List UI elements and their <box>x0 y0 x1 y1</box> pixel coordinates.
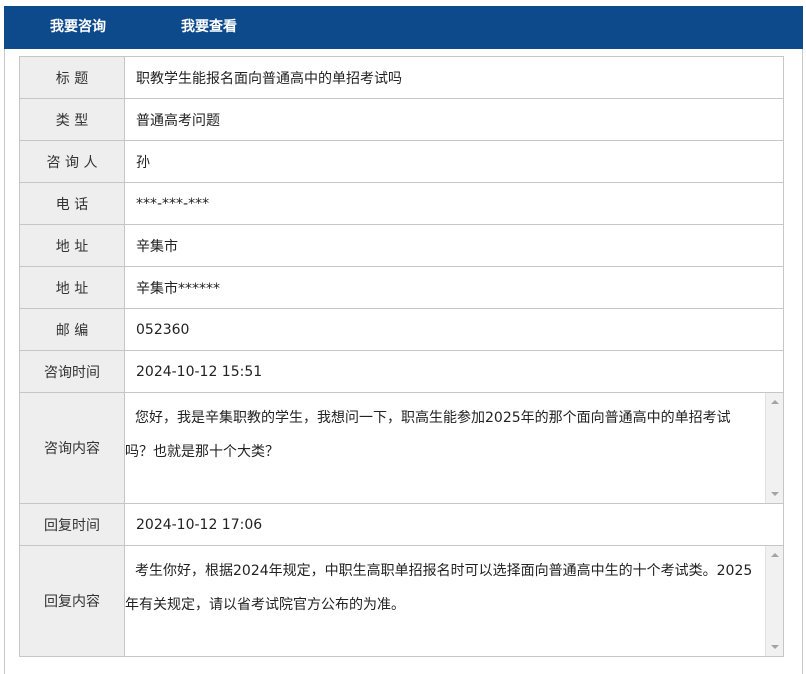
scroll-down-arrow-icon[interactable] <box>771 645 779 649</box>
consult-content-textarea[interactable]: 您好，我是辛集职教的学生，我想问一下，职高生能参加2025年的那个面向普通高中的… <box>125 393 783 503</box>
scroll-down-arrow-icon[interactable] <box>771 492 779 496</box>
scrollbar[interactable] <box>765 393 783 503</box>
postcode-label: 邮 编 <box>19 308 125 351</box>
table-row: 咨询时间 2024-10-12 15:51 <box>19 350 784 393</box>
title-value: 职教学生能报名面向普通高中的单招考试吗 <box>124 56 784 99</box>
address-label: 地 址 <box>19 224 125 267</box>
consult-time-label: 咨询时间 <box>19 350 125 393</box>
type-label: 类 型 <box>19 98 125 141</box>
reply-content-cell: 考生你好，根据2024年规定，中职生高职单招报名时可以选择面向普通高中生的十个考… <box>124 545 784 657</box>
tab-view[interactable]: 我要查看 <box>181 6 237 49</box>
consultation-detail-table: 标 题 职教学生能报名面向普通高中的单招考试吗 类 型 普通高考问题 咨 询 人… <box>19 56 784 657</box>
title-label: 标 题 <box>19 56 125 99</box>
consult-content-cell: 您好，我是辛集职教的学生，我想问一下，职高生能参加2025年的那个面向普通高中的… <box>124 392 784 504</box>
phone-label: 电 话 <box>19 182 125 225</box>
table-row: 邮 编 052360 <box>19 308 784 351</box>
table-row: 咨询内容 您好，我是辛集职教的学生，我想问一下，职高生能参加2025年的那个面向… <box>19 392 784 504</box>
scroll-up-arrow-icon[interactable] <box>771 553 779 557</box>
table-row: 回复内容 考生你好，根据2024年规定，中职生高职单招报名时可以选择面向普通高中… <box>19 545 784 657</box>
type-value: 普通高考问题 <box>124 98 784 141</box>
reply-content-textarea[interactable]: 考生你好，根据2024年规定，中职生高职单招报名时可以选择面向普通高中生的十个考… <box>125 546 783 656</box>
scrollbar[interactable] <box>765 546 783 656</box>
address-value: 辛集市 <box>124 224 784 267</box>
address-detail-label: 地 址 <box>19 266 125 309</box>
scroll-up-arrow-icon[interactable] <box>771 400 779 404</box>
tab-bar: 我要咨询 我要查看 <box>4 6 803 49</box>
consult-content-label: 咨询内容 <box>19 392 125 504</box>
reply-content-label: 回复内容 <box>19 545 125 657</box>
table-row: 咨 询 人 孙 <box>19 140 784 183</box>
phone-value: ***-***-*** <box>124 182 784 225</box>
reply-time-value: 2024-10-12 17:06 <box>124 503 784 546</box>
address-detail-value: 辛集市****** <box>124 266 784 309</box>
tab-consult[interactable]: 我要咨询 <box>50 6 106 49</box>
consult-time-value: 2024-10-12 15:51 <box>124 350 784 393</box>
consultant-value: 孙 <box>124 140 784 183</box>
table-row: 地 址 辛集市 <box>19 224 784 267</box>
postcode-value: 052360 <box>124 308 784 351</box>
table-row: 标 题 职教学生能报名面向普通高中的单招考试吗 <box>19 56 784 99</box>
table-row: 回复时间 2024-10-12 17:06 <box>19 503 784 546</box>
reply-content-text: 考生你好，根据2024年规定，中职生高职单招报名时可以选择面向普通高中生的十个考… <box>125 563 753 613</box>
table-row: 类 型 普通高考问题 <box>19 98 784 141</box>
table-row: 地 址 辛集市****** <box>19 266 784 309</box>
reply-time-label: 回复时间 <box>19 503 125 546</box>
table-row: 电 话 ***-***-*** <box>19 182 784 225</box>
consultant-label: 咨 询 人 <box>19 140 125 183</box>
consult-content-text: 您好，我是辛集职教的学生，我想问一下，职高生能参加2025年的那个面向普通高中的… <box>125 410 731 460</box>
